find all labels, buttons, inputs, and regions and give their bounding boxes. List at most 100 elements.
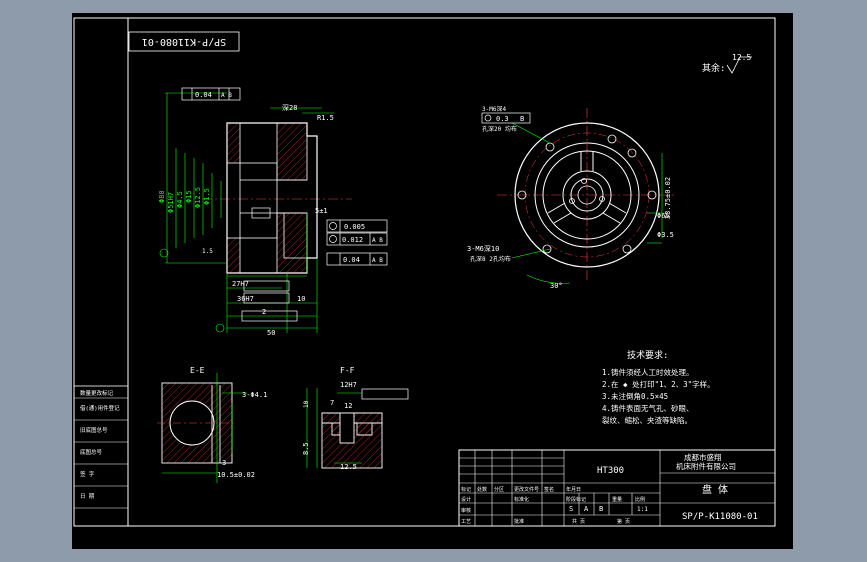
title-part-name: 盘 体	[702, 483, 728, 496]
datum-b-marker	[215, 323, 225, 333]
dim-c5: 5±1	[315, 207, 328, 215]
side-holes-bot-sub: 孔深8 2孔均布	[470, 255, 511, 263]
change-row-3: 旧底图总号	[80, 426, 108, 434]
change-row-6: 日 期	[80, 493, 95, 500]
title-row-label-4: 更改文件号	[514, 486, 539, 493]
title-row-label-1: 标记	[461, 486, 471, 493]
dim-c28: 深28	[282, 103, 297, 112]
section-f-slot	[339, 412, 355, 444]
side-holes-bot: 3-M6深10	[467, 244, 499, 253]
title-material: HT300	[597, 466, 624, 476]
title-sheet-2: 第 页	[617, 518, 630, 525]
section-f-fcf	[361, 388, 409, 400]
fcf-2-value: 0.012	[342, 236, 363, 244]
title-company-2: 机床附件有限公司	[676, 461, 736, 471]
title-row3-label-5: 批准	[514, 518, 524, 525]
tech-requirements: 技术要求: 1.铸件须经人工时效处理。 2.在 ◆ 处打印"1、2、3"字样。 …	[602, 349, 715, 425]
dim-d80: Φ80	[158, 190, 166, 203]
change-row-1: 数量更改标记	[80, 389, 114, 397]
fcf-parallel: 0.04 A B	[326, 252, 388, 266]
dim-r15: R1.5	[317, 114, 334, 122]
change-row-5: 签 字	[80, 470, 95, 478]
main-bore	[239, 162, 278, 239]
hatch-top-right	[276, 122, 308, 181]
main-view: Φ80 Φ51H7 Φ4.5 Φ15 Φ12.5 Φ1.5 27H7 36H7 …	[158, 87, 388, 337]
fcf-1-value: 0.005	[344, 223, 365, 231]
side-holes-top: 3-M6深4	[482, 105, 506, 113]
tech-item-3: 3.未注倒角0.5×45	[602, 391, 668, 401]
dim-w36: 36H7	[237, 295, 254, 303]
side-dim-35: Φ3.5	[657, 231, 674, 239]
change-row-4: 底图总号	[80, 448, 103, 456]
surface-finish-label: 其余:	[702, 62, 725, 74]
title-row-label-6: 年月日	[566, 486, 581, 493]
drawing-window: SP/P-K11080-01 其余: 12.5 Φ80 Φ51H7 Φ4.5 Φ…	[0, 0, 867, 562]
side-fcf-symbol	[484, 114, 492, 122]
hatch-top-left	[226, 122, 241, 164]
dim-d15b: Φ1.5	[203, 188, 211, 205]
dim-d125: Φ12.5	[194, 187, 202, 208]
section-f: F-F 12H7 7 12 8.5 12.5 10	[302, 366, 409, 471]
title-row-label-3: 分区	[494, 486, 504, 493]
fcf-3-value: 0.04	[343, 256, 360, 264]
fcf-concentric-2: 0.012 A B	[326, 232, 388, 246]
section-f-title: F-F	[340, 366, 355, 375]
side-view: 3-M6深4 0.3 B 孔深20 均布 3-M6深10 孔深8 2孔均布 33…	[467, 105, 677, 290]
title-stage-s: S	[569, 505, 573, 513]
dim-d45: Φ4.5	[176, 191, 184, 208]
section-f-d125: 12.5	[340, 463, 357, 471]
title-row-label-5: 签名	[544, 486, 554, 493]
dim-w50: 50	[267, 329, 275, 337]
title-row3-label-3: 工艺	[461, 519, 471, 525]
rotated-drawing-number: SP/P-K11080-01	[142, 36, 226, 47]
drawing-sheet: SP/P-K11080-01 其余: 12.5 Φ80 Φ51H7 Φ4.5 Φ…	[72, 13, 793, 549]
title-block: HT300 成都市盛翔 机床附件有限公司 盘 体 SP/P-K11080-01 …	[458, 449, 776, 527]
fcf-3-datum: A B	[372, 257, 383, 264]
section-f-d7: 7	[330, 399, 334, 407]
change-row-2: 借(通)用件登记	[80, 404, 120, 412]
side-angle: 30°	[550, 282, 563, 290]
dim-w2: 2	[262, 308, 266, 316]
tech-item-2: 2.在 ◆ 处打印"1、2、3"字样。	[602, 379, 715, 389]
tech-item-4: 4.铸件表面无气孔、砂眼、	[602, 403, 694, 413]
tech-item-5: 裂纹、缩松、夹渣等缺陷。	[602, 415, 692, 425]
title-scale: 1:1	[637, 506, 648, 513]
title-col-label-1: 阶段标记	[566, 496, 586, 503]
fcf-2-datum: A B	[372, 237, 383, 244]
title-company-1: 成都市盛翔	[684, 452, 722, 462]
section-e: E-E 3-Φ4.1 3 10.5±0.02	[157, 366, 267, 483]
section-f-d85: 8.5	[302, 442, 310, 455]
title-col-label-2: 重量	[612, 496, 622, 503]
title-col-label-3: 比例	[635, 496, 645, 503]
section-e-dim: 10.5±0.02	[217, 471, 255, 479]
title-stage-a: A	[584, 505, 589, 513]
change-table: 数量更改标记 借(通)用件登记 旧底图总号 底图总号 签 字 日 期	[73, 385, 129, 527]
tech-title: 技术要求:	[627, 349, 668, 361]
section-e-title: E-E	[190, 366, 205, 375]
dim-d15: Φ15	[185, 190, 193, 203]
section-e-d41: 3-Φ4.1	[242, 391, 267, 399]
hatch-bottom-right	[276, 212, 308, 274]
side-dim-65: Φ65	[657, 212, 670, 220]
title-row-label-2: 处数	[477, 486, 487, 493]
side-fcf-value: 0.3	[496, 115, 509, 123]
dim-c15: 1.5	[202, 248, 213, 255]
cad-drawing: SP/P-K11080-01 其余: 12.5 Φ80 Φ51H7 Φ4.5 Φ…	[73, 17, 776, 527]
section-e-d3: 3	[222, 459, 226, 467]
fcf-concentric-1: 0.005	[326, 219, 388, 233]
surface-finish-value: 12.5	[732, 53, 751, 62]
dim-w10: 10	[297, 295, 305, 303]
tech-item-1: 1.铸件须经人工时效处理。	[602, 367, 694, 377]
side-fcf-datum: B	[520, 115, 524, 123]
title-stage-b: B	[599, 505, 603, 513]
title-row2-label-1: 设计	[461, 496, 471, 503]
fcf-flatness-value: 0.04	[195, 91, 212, 99]
fcf-flatness-datum: A B	[221, 92, 232, 99]
hatch-bottom-left	[226, 237, 241, 274]
fcf-flatness: 0.04 A B	[181, 87, 241, 101]
section-f-d12: 12H7	[340, 381, 357, 389]
title-row3-label-1: 审核	[461, 507, 471, 514]
side-holes-top-sub: 孔深20 均布	[482, 125, 517, 133]
title-row2-label-3: 标准化	[514, 496, 529, 503]
dim-d51: Φ51H7	[167, 192, 175, 213]
